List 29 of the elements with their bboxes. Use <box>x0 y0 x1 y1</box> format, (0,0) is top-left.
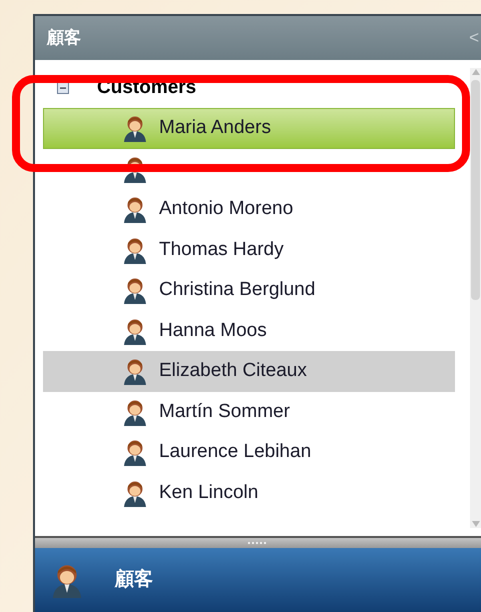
panel-title: 顧客 <box>47 27 81 50</box>
customer-item[interactable]: Martín Sommer <box>43 392 455 432</box>
customer-item[interactable]: Hanna Moos <box>43 310 455 351</box>
customer-item[interactable]: Thomas Hardy <box>43 230 455 270</box>
person-icon <box>121 357 149 386</box>
navigation-label: 顧客 <box>115 568 153 592</box>
scrollbar-thumb[interactable] <box>471 80 480 300</box>
person-icon <box>121 398 149 426</box>
person-icon <box>121 195 149 224</box>
scroll-up-icon[interactable] <box>471 68 481 76</box>
scroll-down-icon[interactable] <box>471 520 481 528</box>
customer-item[interactable]: Elizabeth Citeaux <box>43 351 455 392</box>
customer-item[interactable]: Christina Berglund <box>43 270 455 310</box>
customer-item[interactable]: Laurence Lebihan <box>43 432 455 472</box>
person-icon <box>121 478 149 507</box>
customer-item[interactable]: Ken Lincoln <box>43 472 455 513</box>
person-icon <box>121 236 149 264</box>
person-icon <box>121 154 149 183</box>
scrollbar[interactable] <box>470 68 481 528</box>
splitter-handle[interactable] <box>35 536 481 548</box>
person-icon <box>121 438 149 466</box>
customer-item[interactable]: Maria Anders <box>43 108 455 148</box>
navigation-bar[interactable]: 顧客 <box>35 548 481 612</box>
person-icon <box>121 316 149 345</box>
customer-item[interactable]: Antonio Moreno <box>43 189 455 230</box>
person-icon <box>121 276 149 304</box>
grip-icon <box>248 542 268 544</box>
collapse-icon[interactable] <box>57 82 69 94</box>
person-icon <box>121 114 149 142</box>
